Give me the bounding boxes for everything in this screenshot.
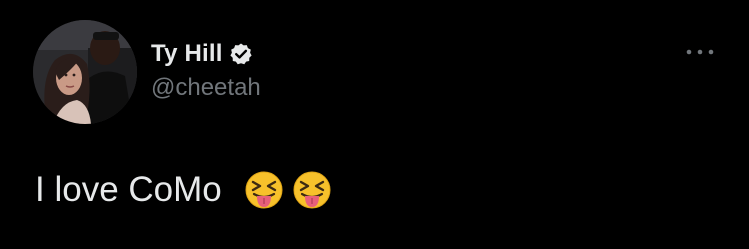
squinting-face-with-tongue-icon <box>244 170 284 210</box>
verified-badge-icon <box>229 42 253 66</box>
display-name[interactable]: Ty Hill <box>151 40 223 68</box>
more-horizontal-icon <box>686 49 714 55</box>
tweet-text: I love CoMo <box>35 170 332 210</box>
avatar[interactable] <box>33 20 137 124</box>
tweet-card: Ty Hill @cheetah I love CoMo <box>0 0 749 249</box>
squinting-face-with-tongue-icon <box>292 170 332 210</box>
username-handle[interactable]: @cheetah <box>151 74 261 102</box>
more-options-button[interactable] <box>680 40 720 64</box>
tweet-text-body: I love CoMo <box>35 170 222 209</box>
author-name-row: Ty Hill <box>151 38 253 70</box>
